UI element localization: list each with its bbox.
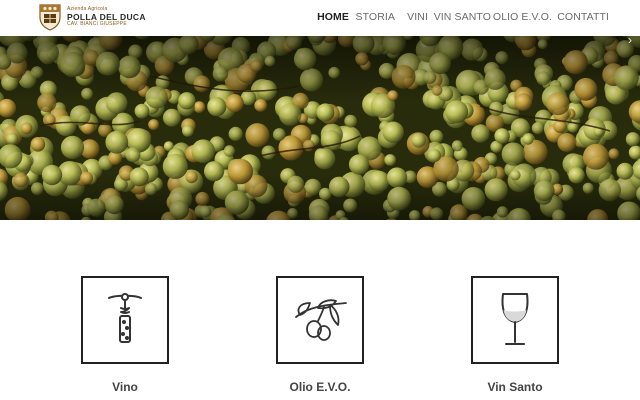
- feature-vino[interactable]: Vino: [81, 276, 169, 394]
- chevron-right-icon[interactable]: ›: [628, 36, 632, 47]
- site-header: Azienda Agricola POLLA DEL DUCA CAV. BIA…: [0, 0, 640, 36]
- hero-slider: ›: [0, 36, 640, 220]
- nav-storia[interactable]: STORIA: [356, 11, 396, 23]
- feature-box[interactable]: [276, 276, 364, 364]
- hero-image: [0, 36, 640, 220]
- nav-contatti[interactable]: CONTATTI: [557, 11, 609, 23]
- feature-olio[interactable]: Olio E.V.O.: [276, 276, 364, 394]
- feature-box[interactable]: [471, 276, 559, 364]
- wine-glass-icon: [501, 293, 529, 345]
- feature-box[interactable]: [81, 276, 169, 364]
- nav-home[interactable]: HOME: [317, 11, 349, 23]
- nav-vin-santo[interactable]: VIN SANTO: [434, 11, 491, 23]
- crest-icon: [39, 4, 61, 31]
- feature-label-vino[interactable]: Vino: [51, 380, 199, 394]
- nav-olio-evo[interactable]: OLIO E.V.O.: [493, 11, 552, 23]
- feature-label-vin-santo[interactable]: Vin Santo: [441, 380, 589, 394]
- logo[interactable]: Azienda Agricola POLLA DEL DUCA CAV. BIA…: [38, 3, 146, 31]
- brand-name: POLLA DEL DUCA: [67, 11, 146, 22]
- brand-subtitle: CAV. BIANCI GIUSEPPE: [67, 21, 127, 28]
- nav-vini[interactable]: VINI: [407, 11, 428, 23]
- olive-branch-icon: [295, 299, 347, 341]
- brand-tagline: Azienda Agricola: [67, 5, 108, 12]
- feature-vin-santo[interactable]: Vin Santo: [471, 276, 559, 394]
- corkscrew-icon: [108, 293, 142, 343]
- feature-label-olio[interactable]: Olio E.V.O.: [246, 380, 394, 394]
